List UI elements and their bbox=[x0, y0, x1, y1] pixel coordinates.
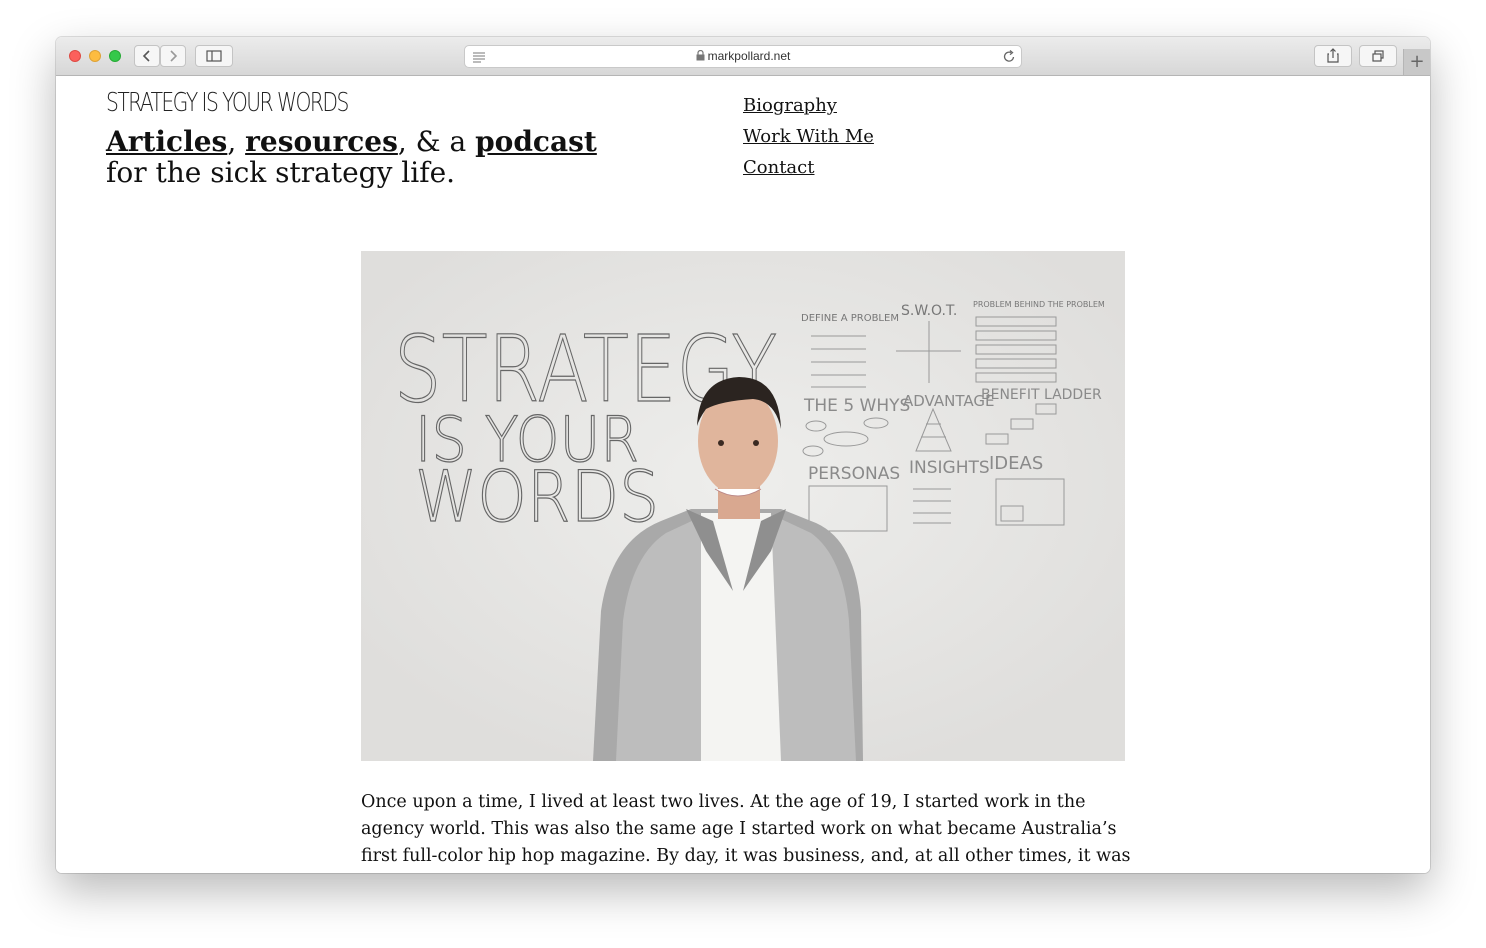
reload-icon[interactable] bbox=[1002, 49, 1016, 64]
articles-link[interactable]: Articles bbox=[106, 125, 227, 158]
tabs-overview-button[interactable] bbox=[1359, 45, 1397, 67]
nav-contact[interactable]: Contact bbox=[743, 152, 874, 183]
sidebar-toggle-button[interactable] bbox=[195, 45, 233, 67]
chevron-left-icon bbox=[142, 50, 150, 62]
minimize-window-button[interactable] bbox=[89, 50, 101, 62]
hero-photo: STRATEGY IS YOUR WORDS DEFINE A PROBLEM … bbox=[361, 251, 1125, 761]
browser-toolbar: markpollard.net + bbox=[56, 37, 1430, 76]
board-label-swot: S.W.O.T. bbox=[901, 303, 957, 319]
board-label-define-problem: DEFINE A PROBLEM bbox=[801, 313, 899, 324]
tagline-separator-2: , & a bbox=[397, 125, 476, 158]
board-label-benefit-ladder: BENEFIT LADDER bbox=[981, 387, 1102, 403]
nav-biography[interactable]: Biography bbox=[743, 90, 874, 121]
tagline-line-2: for the sick strategy life. bbox=[106, 156, 456, 189]
share-icon bbox=[1327, 48, 1339, 63]
resources-link[interactable]: resources bbox=[245, 125, 398, 158]
main-nav: Biography Work With Me Contact bbox=[743, 90, 874, 183]
tabs-icon bbox=[1372, 50, 1384, 62]
nav-work-with-me[interactable]: Work With Me bbox=[743, 121, 874, 152]
new-tab-button[interactable]: + bbox=[1403, 49, 1430, 75]
article-paragraph: Once upon a time, I lived at least two l… bbox=[361, 792, 1131, 866]
web-page: STRATEGY IS YOUR WORDS Articles, resourc… bbox=[56, 76, 1430, 873]
podcast-link[interactable]: podcast bbox=[475, 125, 597, 158]
site-tagline: Articles, resources, & a podcast for the… bbox=[106, 126, 597, 188]
url-display: markpollard.net bbox=[465, 49, 1021, 63]
lock-icon bbox=[696, 49, 705, 61]
browser-window: markpollard.net + STRATEGY IS YOUR WORDS… bbox=[56, 37, 1430, 873]
board-label-problem-behind: PROBLEM BEHIND THE PROBLEM bbox=[973, 300, 1105, 309]
board-label-ideas: IDEAS bbox=[989, 453, 1043, 474]
sidebar-icon bbox=[206, 50, 222, 62]
url-text: markpollard.net bbox=[707, 49, 791, 63]
tagline-separator-1: , bbox=[227, 125, 246, 158]
board-label-insights: INSIGHTS bbox=[909, 458, 990, 478]
site-logo[interactable]: STRATEGY IS YOUR WORDS bbox=[106, 88, 349, 118]
zoom-window-button[interactable] bbox=[109, 50, 121, 62]
share-button[interactable] bbox=[1314, 45, 1352, 67]
forward-button[interactable] bbox=[160, 45, 186, 67]
board-label-5-whys: THE 5 WHYS bbox=[803, 396, 910, 416]
board-label-personas: PERSONAS bbox=[808, 464, 900, 484]
address-bar[interactable]: markpollard.net bbox=[464, 45, 1022, 68]
plus-icon: + bbox=[1409, 51, 1425, 72]
back-button[interactable] bbox=[134, 45, 160, 67]
close-window-button[interactable] bbox=[69, 50, 81, 62]
board-word-words: WORDS bbox=[415, 456, 659, 538]
chevron-right-icon bbox=[170, 50, 178, 62]
